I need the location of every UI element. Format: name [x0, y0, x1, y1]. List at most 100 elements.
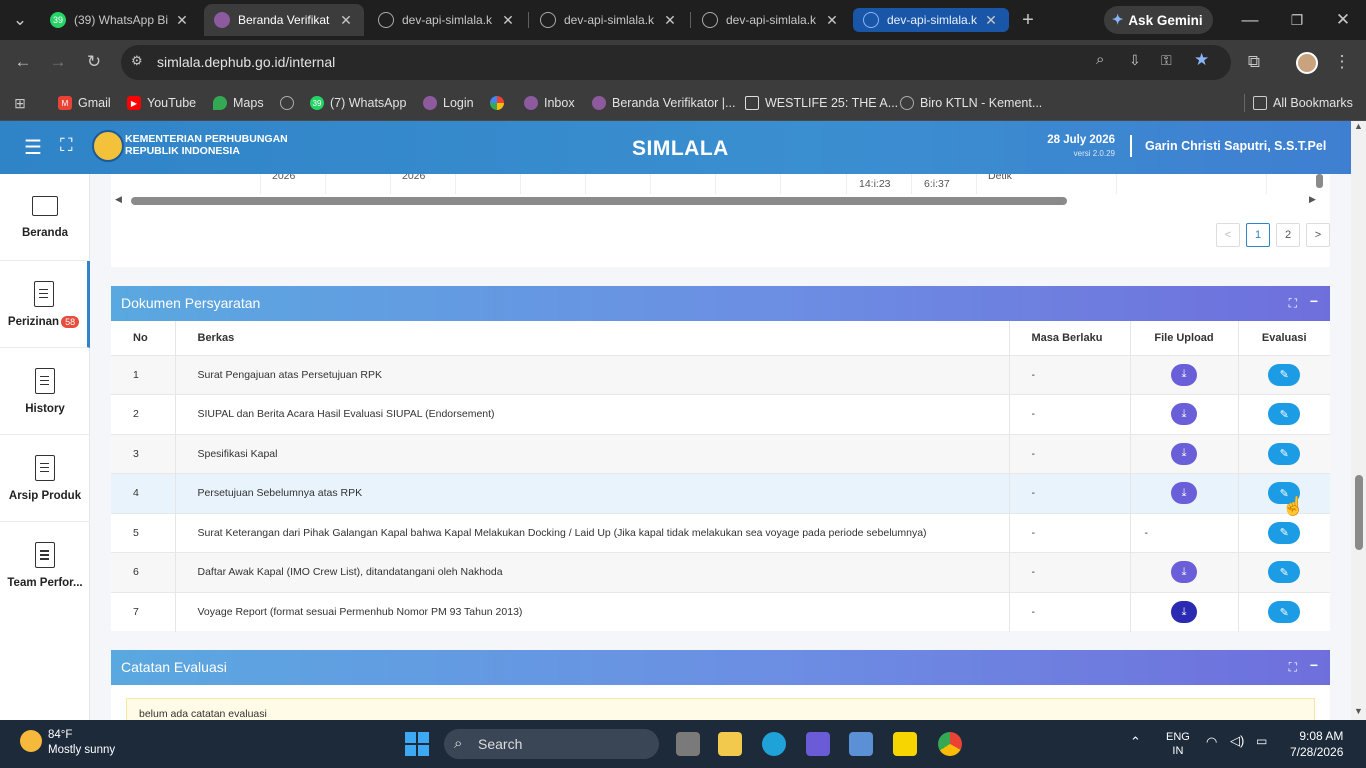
scrollbar-thumb[interactable]: [1355, 475, 1363, 550]
scrollbar-thumb[interactable]: [131, 197, 1067, 205]
edge-icon[interactable]: [762, 732, 786, 756]
bookmark-westlife[interactable]: WESTLIFE 25: THE A...: [745, 92, 898, 114]
sidebar-item-perizinan[interactable]: Perizinan 58: [0, 261, 90, 348]
tab-dev-api-1[interactable]: dev-api-simlala.k ✕: [368, 4, 526, 36]
address-bar[interactable]: ⚙ simlala.dephub.go.id/internal ⌕ ⇩ ⚿ ★: [121, 45, 1231, 80]
close-icon[interactable]: ✕: [174, 12, 190, 29]
tab-beranda-verifikator[interactable]: Beranda Verifikat ✕: [204, 4, 364, 36]
page-scrollbar[interactable]: ▲ ▼: [1351, 121, 1366, 720]
battery-icon[interactable]: ▭: [1256, 734, 1267, 748]
bookmark-login[interactable]: Login: [423, 92, 474, 114]
download-button[interactable]: ⤓: [1171, 561, 1197, 584]
bookmark-inbox[interactable]: Inbox: [524, 92, 575, 114]
scroll-right-icon[interactable]: ▶: [1309, 194, 1316, 205]
app-icon[interactable]: [806, 732, 830, 756]
windows-start-icon[interactable]: [405, 732, 429, 756]
close-icon[interactable]: ✕: [983, 12, 999, 29]
bookmark-pinwheel[interactable]: [490, 92, 510, 114]
new-tab-button[interactable]: +: [1014, 6, 1042, 34]
edit-evaluation-button[interactable]: ✎: [1268, 561, 1301, 584]
site-info-icon[interactable]: ⚙: [131, 53, 143, 69]
sidebar-item-beranda[interactable]: Beranda: [0, 174, 90, 261]
system-clock[interactable]: 9:08 AM 7/28/2026: [1290, 728, 1343, 760]
edit-evaluation-button[interactable]: ✎: [1268, 521, 1301, 544]
camera-icon[interactable]: [849, 732, 873, 756]
language-indicator[interactable]: ENG IN: [1166, 730, 1190, 758]
bookmark-beranda-verifikator[interactable]: Beranda Verifikator |...: [592, 92, 735, 114]
sticky-notes-icon[interactable]: [893, 732, 917, 756]
scroll-left-icon[interactable]: ◀: [115, 194, 122, 205]
pagination-page-1[interactable]: 1: [1246, 223, 1270, 247]
download-button[interactable]: ⤓: [1171, 482, 1197, 505]
tab-search-icon[interactable]: ⌄: [6, 6, 34, 34]
download-button[interactable]: ⤓: [1171, 442, 1197, 465]
back-icon[interactable]: ←: [9, 48, 37, 76]
sidebar-item-team-performance[interactable]: Team Perfor...: [0, 522, 90, 609]
cell-text: 2026: [402, 174, 426, 182]
bookmark-maps[interactable]: Maps: [213, 92, 264, 114]
wifi-icon[interactable]: ◠: [1206, 734, 1217, 750]
collapse-icon[interactable]: −: [1310, 293, 1318, 309]
reload-icon[interactable]: ↻: [80, 48, 108, 76]
task-view-icon[interactable]: [676, 732, 700, 756]
sidebar-item-history[interactable]: History: [0, 348, 90, 435]
taskbar-search[interactable]: ⌕ Search: [444, 729, 659, 759]
minimize-icon[interactable]: —: [1236, 6, 1264, 34]
url-text[interactable]: simlala.dephub.go.id/internal: [157, 54, 335, 70]
download-button[interactable]: ⤓: [1171, 403, 1197, 426]
tab-whatsapp[interactable]: 39 (39) WhatsApp Bi ✕: [40, 4, 200, 36]
volume-icon[interactable]: ◁): [1230, 733, 1244, 749]
bookmark-globe[interactable]: [280, 92, 300, 114]
apps-grid-icon[interactable]: ⊞: [6, 89, 34, 117]
edit-evaluation-button[interactable]: ✎: [1268, 363, 1301, 386]
bookmark-whatsapp[interactable]: 39 (7) WhatsApp: [310, 92, 406, 114]
download-button[interactable]: ⤓: [1171, 601, 1197, 623]
close-icon[interactable]: ✕: [338, 12, 354, 29]
bookmark-youtube[interactable]: ▶ YouTube: [127, 92, 196, 114]
expand-icon[interactable]: ⛶: [1289, 660, 1297, 675]
scroll-up-icon[interactable]: ▲: [1354, 121, 1363, 131]
edit-evaluation-button[interactable]: ✎: [1268, 442, 1301, 465]
edit-evaluation-button[interactable]: ✎: [1268, 601, 1301, 623]
install-app-icon[interactable]: ⇩: [1129, 52, 1141, 69]
close-icon[interactable]: ✕: [500, 12, 516, 29]
table-horizontal-scrollbar[interactable]: ◀ ▶: [115, 194, 1319, 206]
pagination-next[interactable]: >: [1306, 223, 1330, 247]
fullscreen-icon[interactable]: ⛶: [60, 135, 73, 156]
tab-dev-api-3[interactable]: dev-api-simlala.k ✕: [692, 4, 850, 36]
maximize-icon[interactable]: ❐: [1283, 6, 1311, 34]
bookmark-gmail[interactable]: M Gmail: [58, 92, 111, 114]
menu-dots-icon[interactable]: ⋮: [1328, 48, 1356, 76]
weather-widget[interactable]: 84°F Mostly sunny: [48, 728, 115, 758]
zoom-icon[interactable]: ⌕: [1096, 51, 1104, 68]
bookmark-biro-ktln[interactable]: Biro KTLN - Kement...: [900, 92, 1042, 114]
window-close-icon[interactable]: ✕: [1329, 6, 1357, 34]
pagination-page-2[interactable]: 2: [1276, 223, 1300, 247]
cell-text: 2026: [272, 174, 296, 182]
scroll-down-icon[interactable]: ▼: [1354, 706, 1363, 716]
simlala-icon: [214, 12, 230, 28]
user-name[interactable]: Garin Christi Saputri, S.S.T.Pel: [1145, 139, 1326, 153]
pagination-prev[interactable]: <: [1216, 223, 1240, 247]
sidebar-item-arsip-produk[interactable]: Arsip Produk: [0, 435, 90, 522]
close-icon[interactable]: ✕: [662, 12, 678, 29]
tab-dev-api-4[interactable]: dev-api-simlala.k ✕: [853, 8, 1009, 32]
hamburger-menu-icon[interactable]: ☰: [24, 135, 42, 160]
password-key-icon[interactable]: ⚿: [1161, 52, 1172, 69]
collapse-icon[interactable]: −: [1310, 657, 1318, 673]
download-button[interactable]: ⤓: [1171, 363, 1197, 386]
edit-evaluation-button[interactable]: ✎: [1268, 403, 1301, 426]
expand-icon[interactable]: ⛶: [1289, 296, 1297, 311]
tab-dev-api-2[interactable]: dev-api-simlala.k ✕: [530, 4, 688, 36]
profile-avatar[interactable]: [1296, 52, 1318, 74]
ask-gemini-button[interactable]: ✦ Ask Gemini: [1104, 6, 1213, 34]
chevron-up-icon[interactable]: ⌃: [1130, 734, 1141, 750]
all-bookmarks[interactable]: All Bookmarks: [1253, 92, 1353, 114]
file-explorer-icon[interactable]: [718, 732, 742, 756]
chrome-icon[interactable]: [938, 732, 962, 756]
extensions-icon[interactable]: ⧉: [1240, 48, 1268, 76]
table-vertical-scrollbar[interactable]: [1316, 174, 1323, 188]
bookmark-star-icon[interactable]: ★: [1194, 50, 1209, 70]
forward-icon[interactable]: →: [44, 48, 72, 76]
close-icon[interactable]: ✕: [824, 12, 840, 29]
